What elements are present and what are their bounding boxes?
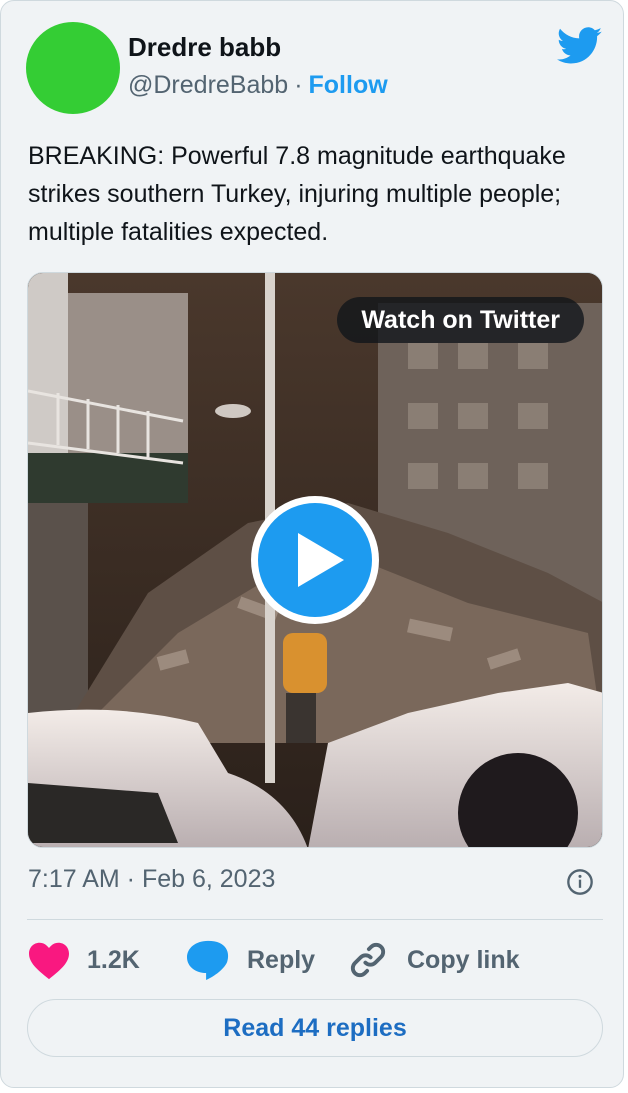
- heart-icon: [29, 942, 69, 980]
- reply-bubble-icon: [187, 940, 229, 981]
- play-icon[interactable]: [248, 493, 382, 627]
- tweet-text: BREAKING: Powerful 7.8 magnitude earthqu…: [28, 142, 566, 246]
- like-count: 1.2K: [87, 945, 140, 974]
- tweet-timestamp[interactable]: 7:17 AM · Feb 6, 2023: [28, 865, 275, 894]
- follow-button[interactable]: Follow: [309, 71, 388, 99]
- copy-link-button[interactable]: Copy link: [345, 935, 520, 985]
- reply-label: Reply: [247, 945, 316, 974]
- divider: [27, 919, 603, 920]
- avatar[interactable]: [26, 22, 120, 114]
- video-thumbnail[interactable]: Watch on Twitter: [27, 272, 603, 848]
- author-name[interactable]: Dredre babb: [128, 32, 281, 63]
- watch-on-twitter-button[interactable]: Watch on Twitter: [337, 297, 584, 343]
- reply-button[interactable]: Reply: [185, 935, 315, 985]
- author-handle[interactable]: @DredreBabb: [128, 71, 288, 99]
- like-button[interactable]: 1.2K: [27, 935, 140, 985]
- separator: ·: [294, 71, 303, 99]
- copy-link-label: Copy link: [407, 945, 520, 974]
- handle-row: @DredreBabb · Follow: [128, 71, 388, 100]
- action-bar: 1.2K Reply Copy link: [27, 935, 603, 985]
- tweet-card: Dredre babb @DredreBabb · Follow BREAKING:…: [0, 0, 624, 1088]
- info-icon[interactable]: [566, 868, 594, 896]
- twitter-bird-icon[interactable]: [557, 27, 603, 65]
- link-icon: [350, 942, 386, 978]
- read-replies-button[interactable]: Read 44 replies: [27, 999, 603, 1057]
